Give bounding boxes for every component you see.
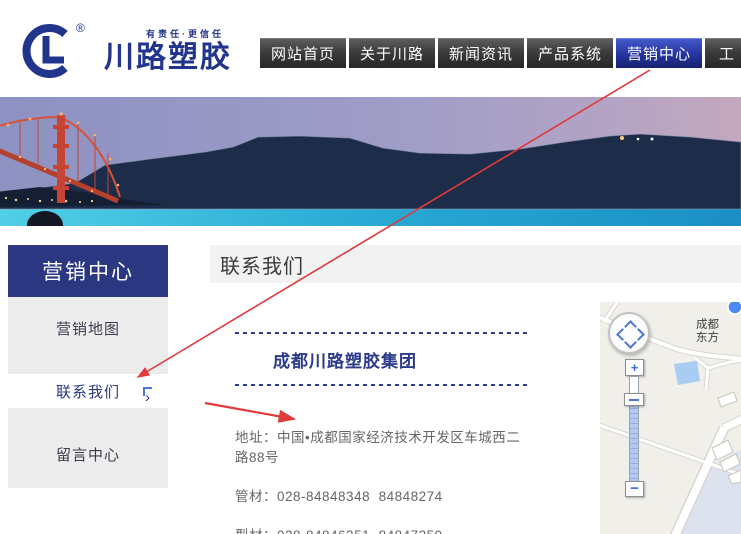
sidebar-menu: 营销地图 联系我们 › 留言中心	[8, 297, 168, 488]
company-name: 成都川路塑胶集团	[235, 347, 531, 372]
page-title-bar: 联系我们	[210, 245, 741, 283]
hero-banner	[0, 97, 741, 226]
svg-text:®: ®	[76, 21, 85, 35]
chevron-right-icon: ›	[143, 387, 152, 396]
map-zoom-slider-handle[interactable]	[624, 393, 644, 406]
map-pan-control[interactable]	[608, 312, 650, 354]
contact-line-profiles-phone: 型材：028-84846351 84847359	[235, 524, 531, 534]
main-nav: 网站首页 关于川路 新闻资讯 产品系统 营销中心 工	[260, 38, 741, 68]
brand-tagline: 有责任·更信任	[104, 27, 232, 40]
map-widget[interactable]: 成都 东方 + −	[600, 302, 741, 534]
sidebar-item-label: 留言中心	[56, 444, 120, 465]
dashed-divider-bottom	[235, 384, 531, 386]
brand-name: 川路塑胶	[104, 42, 232, 74]
page: ® 有责任·更信任 川路塑胶 网站首页 关于川路 新闻资讯 产品系统 营销中心 …	[0, 0, 741, 534]
contact-line-address: 地址：中国•成都国家经济技术开发区车城西二路88号	[235, 426, 531, 466]
site-header: ® 有责任·更信任 川路塑胶 网站首页 关于川路 新闻资讯 产品系统 营销中心 …	[0, 0, 741, 97]
sidebar-item-label: 营销地图	[56, 318, 120, 339]
dashed-divider-top	[235, 332, 531, 334]
contact-line-pipes-phone: 管材：028-84848348 84848274	[235, 485, 531, 505]
nav-item-news[interactable]: 新闻资讯	[438, 38, 524, 68]
contact-content: 成都川路塑胶集团 地址：中国•成都国家经济技术开发区车城西二路88号 管材：02…	[235, 325, 531, 534]
map-zoom-slider-fill	[630, 394, 638, 482]
banner-scene	[0, 97, 741, 226]
map-zoom-out-button[interactable]: −	[625, 481, 644, 497]
nav-item-products[interactable]: 产品系统	[527, 38, 613, 68]
page-title: 联系我们	[210, 250, 304, 279]
map-marker-icon	[728, 302, 741, 314]
map-pond	[674, 361, 700, 385]
sidebar-item-label: 联系我们	[56, 381, 120, 402]
company-logo[interactable]: ® 有责任·更信任 川路塑胶	[18, 18, 232, 82]
nav-item-home[interactable]: 网站首页	[260, 38, 346, 68]
sidebar-item-message-center[interactable]: 留言中心	[8, 423, 168, 486]
nav-item-about[interactable]: 关于川路	[349, 38, 435, 68]
sidebar-title: 营销中心	[8, 245, 168, 297]
map-zoom-in-button[interactable]: +	[625, 359, 644, 376]
logo-text: 有责任·更信任 川路塑胶	[104, 27, 232, 74]
sidebar-item-marketing-map[interactable]: 营销地图	[8, 297, 168, 360]
sidebar-item-contact-us[interactable]: 联系我们 ›	[8, 374, 168, 408]
map-place-label: 成都 东方	[696, 319, 719, 345]
nav-item-marketing[interactable]: 营销中心	[616, 38, 702, 68]
logo-mark-icon: ®	[18, 18, 94, 82]
nav-item-cutoff[interactable]: 工	[705, 38, 741, 68]
